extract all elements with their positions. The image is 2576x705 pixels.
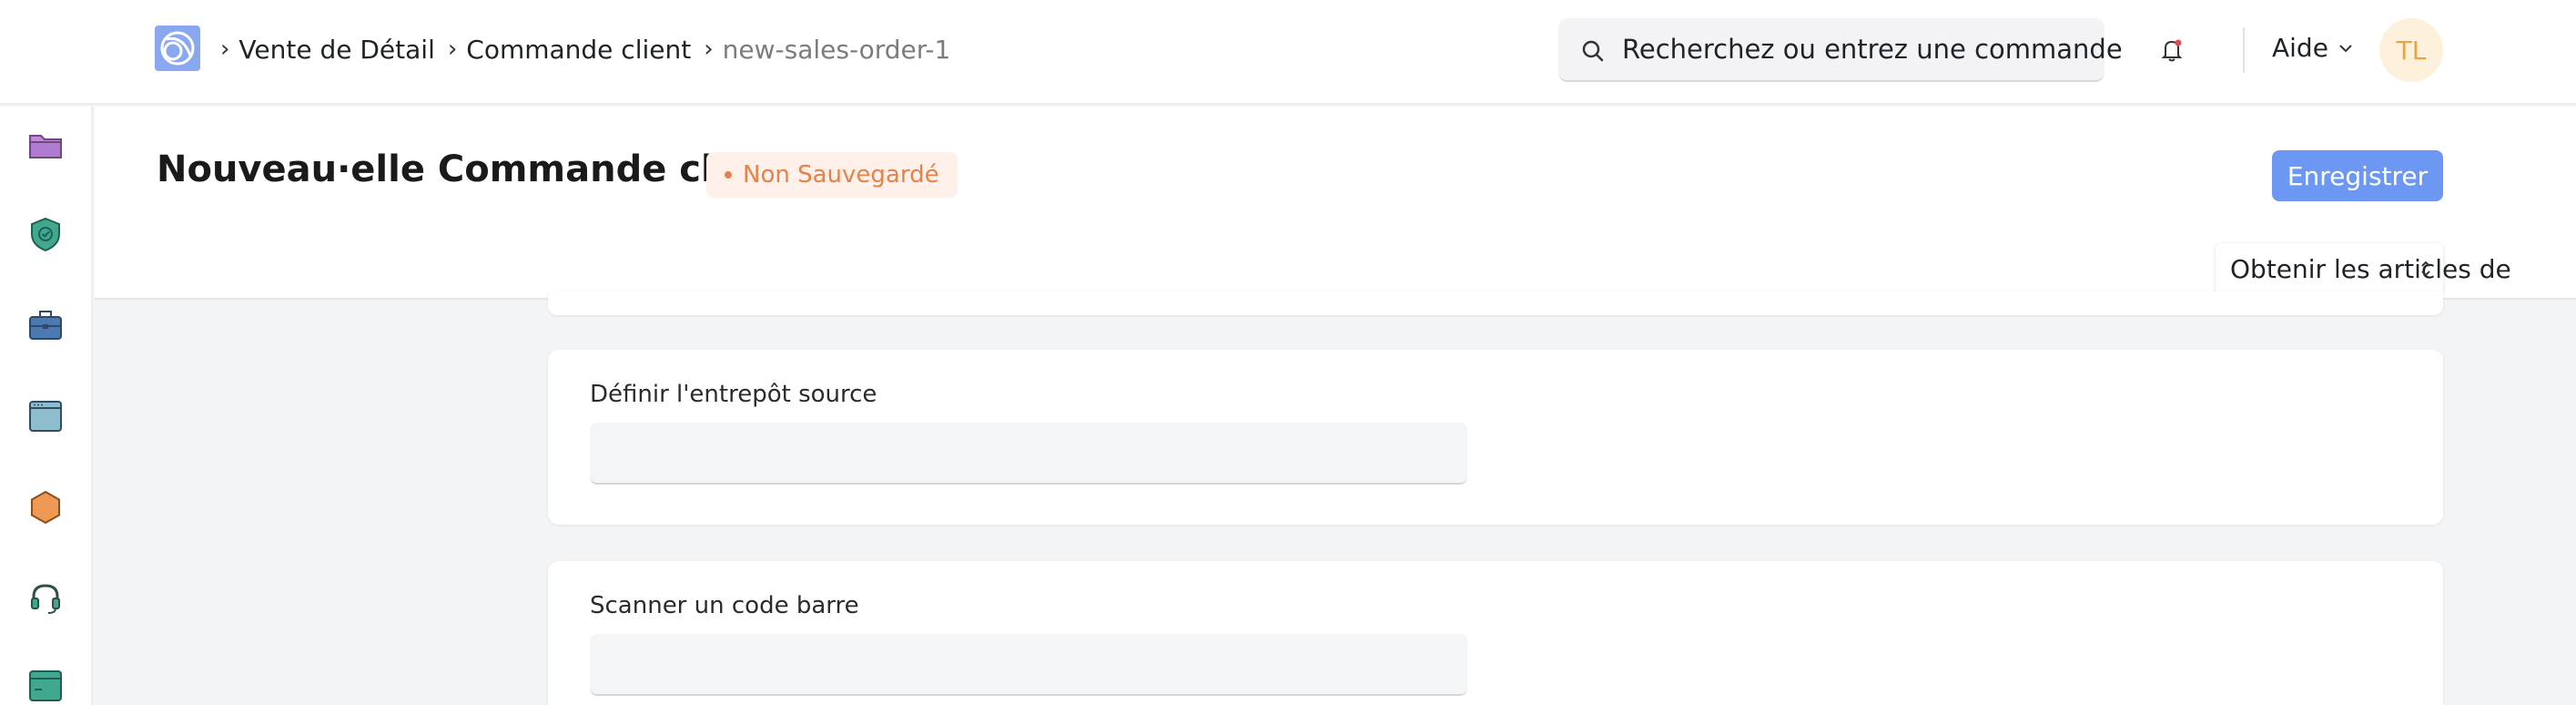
top-navbar: › Vente de Détail › Commande client › ne…: [0, 0, 2576, 105]
sidebar: [0, 107, 93, 705]
chevron-down-icon: [2339, 44, 2352, 52]
search-placeholder: Recherchez ou entrez une commande: [1622, 34, 2123, 65]
hexagon-icon[interactable]: [27, 489, 64, 526]
scan-barcode-field[interactable]: [590, 634, 1467, 696]
help-label: Aide: [2272, 33, 2328, 63]
status-label: Non Sauvegardé: [743, 161, 939, 189]
avatar[interactable]: TL: [2379, 18, 2443, 82]
terminal-window-icon[interactable]: [27, 668, 64, 704]
window-icon[interactable]: [27, 398, 64, 434]
source-warehouse-section: Définir l'entrepôt source: [548, 350, 2443, 525]
search-input[interactable]: Recherchez ou entrez une commande: [1558, 18, 2123, 82]
get-items-label: Obtenir les articles de: [2230, 253, 2511, 284]
headset-icon[interactable]: [27, 580, 64, 617]
scan-barcode-label: Scanner un code barre: [590, 592, 859, 619]
source-warehouse-field[interactable]: [590, 423, 1467, 485]
chevron-right-icon: ›: [704, 36, 714, 63]
save-button[interactable]: Enregistrer: [2272, 150, 2443, 201]
shield-check-icon[interactable]: [27, 216, 64, 252]
status-dot-icon: [725, 171, 732, 179]
get-items-from-select[interactable]: Obtenir les articles de: [2216, 243, 2511, 294]
chevron-right-icon: ›: [220, 36, 230, 63]
breadcrumb: › Vente de Détail › Commande client › ne…: [220, 26, 963, 73]
chevron-right-icon: ›: [447, 36, 458, 63]
scan-barcode-section: Scanner un code barre: [548, 561, 2443, 705]
source-warehouse-label: Définir l'entrepôt source: [590, 381, 877, 408]
navbar-divider: [2243, 27, 2245, 73]
notification-bell-icon[interactable]: [2159, 36, 2185, 64]
briefcase-icon[interactable]: [27, 307, 64, 343]
search-icon: [1582, 40, 1604, 62]
status-badge: Non Sauvegardé: [706, 152, 958, 198]
chevron-up-down-icon: [2421, 261, 2430, 277]
page-title: Nouveau·elle Commande client: [157, 148, 795, 190]
breadcrumb-item-sales-order[interactable]: Commande client: [466, 35, 691, 65]
folder-icon[interactable]: [27, 127, 64, 163]
breadcrumb-item-retail[interactable]: Vente de Détail: [238, 35, 434, 65]
previous-section-card: [548, 291, 2443, 315]
breadcrumb-item-current[interactable]: new-sales-order-1: [723, 35, 951, 65]
page-header: Nouveau·elle Commande client Non Sauvega…: [95, 107, 2576, 300]
help-dropdown[interactable]: Aide: [2272, 33, 2354, 63]
app-logo-icon[interactable]: [155, 26, 200, 71]
